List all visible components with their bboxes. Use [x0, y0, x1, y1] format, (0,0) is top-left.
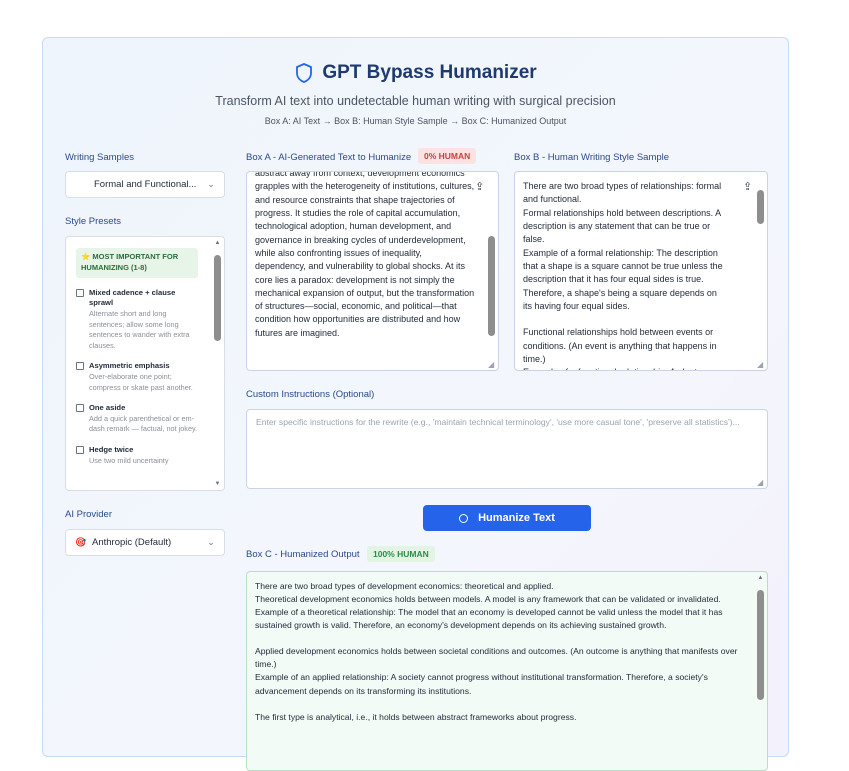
box-c-scrollbar[interactable]: ▲	[756, 574, 765, 770]
box-b-text: There are two broad types of relationshi…	[523, 181, 723, 370]
shield-icon	[296, 63, 313, 83]
ai-provider-label: AI Provider	[65, 509, 112, 520]
style-presets-label: Style Presets	[65, 216, 121, 227]
header: GPT Bypass Humanizer	[43, 62, 788, 84]
box-c-label: Box C - Humanized Output	[246, 549, 360, 560]
page-subtitle: Transform AI text into undetectable huma…	[215, 94, 616, 108]
style-presets-list[interactable]: ⭐ MOST IMPORTANT FOR HUMANIZING (1-8) Mi…	[65, 236, 225, 491]
box-a-scrollbar[interactable]	[487, 182, 496, 342]
preset-item[interactable]: Hedge twice Use two mild uncertainty	[76, 445, 198, 466]
preset-checkbox[interactable]	[76, 362, 84, 371]
scroll-up-icon[interactable]: ▲	[756, 574, 765, 582]
custom-instructions-label: Custom Instructions (Optional)	[246, 389, 375, 400]
preset-description: Over-elaborate one point; compress or sk…	[89, 371, 193, 392]
box-a-label: Box A - AI-Generated Text to Humanize	[246, 152, 412, 163]
target-icon: 🎯	[75, 537, 87, 547]
ai-provider-value: Anthropic (Default)	[92, 537, 172, 548]
spinner-icon	[459, 513, 469, 523]
chevron-down-icon: ⌄	[207, 537, 215, 547]
scrollbar-thumb[interactable]	[757, 190, 764, 224]
upload-icon[interactable]: ⇪	[475, 180, 484, 193]
preset-item[interactable]: Asymmetric emphasis Over-elaborate one p…	[76, 361, 198, 393]
presets-scrollbar[interactable]: ▲ ▼	[213, 239, 222, 488]
preset-title: Hedge twice	[89, 444, 134, 454]
writing-samples-value: Formal and Functional...	[94, 179, 197, 190]
preset-checkbox[interactable]	[76, 288, 84, 297]
custom-instructions-input[interactable]: Enter specific instructions for the rewr…	[246, 409, 768, 489]
preset-item[interactable]: Mixed cadence + clause sprawl Alternate …	[76, 288, 198, 352]
upload-icon[interactable]: ⇪	[743, 180, 752, 193]
box-a-human-badge: 0% HUMAN	[418, 148, 477, 164]
writing-samples-select[interactable]: Formal and Functional... ⌄	[65, 171, 225, 198]
page-title: GPT Bypass Humanizer	[322, 62, 537, 83]
box-c-text: There are two broad types of development…	[255, 581, 738, 722]
humanize-button-label: Humanize Text	[478, 512, 555, 524]
preset-title: One aside	[89, 403, 126, 413]
box-b-scrollbar[interactable]	[756, 182, 765, 362]
custom-instructions-placeholder: Enter specific instructions for the rewr…	[256, 417, 740, 427]
scrollbar-thumb[interactable]	[757, 590, 764, 700]
box-a-text: abstract away from context, development …	[255, 171, 477, 338]
box-b-label: Box B - Human Writing Style Sample	[514, 152, 670, 163]
chevron-down-icon: ⌄	[207, 179, 215, 189]
main-card: GPT Bypass Humanizer Transform AI text i…	[42, 37, 789, 771]
preset-checkbox[interactable]	[76, 404, 84, 413]
scroll-down-icon[interactable]: ▼	[213, 480, 222, 488]
scrollbar-thumb[interactable]	[488, 236, 495, 336]
box-c-human-badge: 100% HUMAN	[367, 546, 435, 562]
resize-handle-icon[interactable]: ◢	[757, 479, 765, 487]
preset-title: Asymmetric emphasis	[89, 361, 170, 371]
box-c-output[interactable]: There are two broad types of development…	[246, 571, 768, 771]
ai-provider-select[interactable]: 🎯 Anthropic (Default) ⌄	[65, 529, 225, 556]
resize-handle-icon[interactable]: ◢	[757, 361, 765, 369]
presets-banner: ⭐ MOST IMPORTANT FOR HUMANIZING (1-8)	[76, 248, 198, 278]
resize-handle-icon[interactable]: ◢	[488, 361, 496, 369]
scroll-up-icon[interactable]: ▲	[213, 239, 222, 247]
preset-item[interactable]: One aside Add a quick parenthetical or e…	[76, 403, 198, 435]
writing-samples-label: Writing Samples	[65, 152, 134, 163]
preset-checkbox[interactable]	[76, 445, 84, 454]
humanize-button[interactable]: Humanize Text	[423, 505, 591, 531]
flow-description: Box A: AI Text → Box B: Human Style Samp…	[264, 116, 567, 126]
scrollbar-thumb[interactable]	[214, 255, 221, 341]
box-a-textarea[interactable]: abstract away from context, development …	[246, 171, 499, 371]
preset-description: Add a quick parenthetical or em-dash rem…	[89, 413, 198, 434]
box-b-textarea[interactable]: There are two broad types of relationshi…	[514, 171, 768, 371]
preset-title: Mixed cadence + clause sprawl	[89, 287, 176, 308]
preset-description: Use two mild uncertainty	[89, 455, 169, 465]
preset-description: Alternate short and long sentences; allo…	[89, 309, 190, 350]
